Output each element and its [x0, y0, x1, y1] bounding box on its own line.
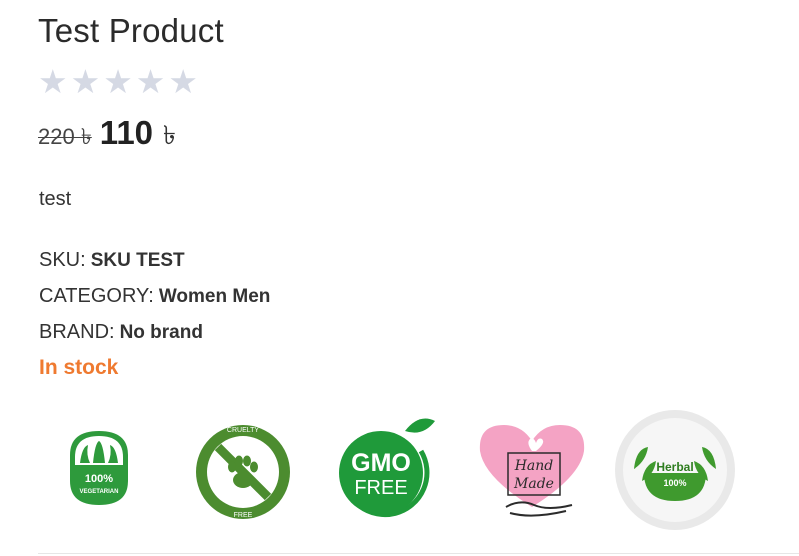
brand-value: No brand: [119, 322, 203, 343]
star-icon[interactable]: ★: [71, 64, 101, 100]
star-icon[interactable]: ★: [103, 64, 133, 100]
handmade-line1: Hand: [514, 458, 554, 474]
rating-stars[interactable]: ★ ★ ★ ★ ★: [38, 64, 198, 100]
section-divider: [38, 553, 799, 554]
brand-label: BRAND:: [39, 321, 115, 343]
gmo-line1: GMO: [351, 449, 411, 477]
brand-row: BRAND: No brand: [39, 321, 203, 344]
sku-value: SKU TEST: [90, 250, 185, 271]
cruelty-free-badge-icon: CRUELTY FREE: [196, 425, 290, 519]
star-icon[interactable]: ★: [136, 64, 166, 100]
vegetarian-line2: VEGETARIAN: [80, 489, 119, 495]
cruelty-bottom: FREE: [234, 512, 253, 519]
product-title: Test Product: [38, 12, 224, 49]
category-row: CATEGORY: Women Men: [39, 285, 270, 308]
handmade-line2: Made: [513, 476, 554, 492]
herbal-line2: 100%: [663, 478, 686, 488]
category-value[interactable]: Women Men: [159, 286, 271, 307]
gmo-line2: FREE: [354, 477, 407, 499]
herbal-badge-icon: Herbal 100%: [615, 410, 735, 530]
gmo-free-badge-icon: GMO FREE: [339, 418, 435, 518]
star-icon[interactable]: ★: [38, 64, 68, 100]
star-icon[interactable]: ★: [168, 64, 198, 100]
stock-status: In stock: [39, 356, 119, 379]
hand-made-badge-icon: Hand Made: [479, 425, 585, 517]
sku-row: SKU: SKU TEST: [39, 249, 185, 272]
herbal-line1: Herbal: [656, 460, 693, 474]
vegetarian-badge-icon: 100% VEGETARIAN: [70, 431, 128, 505]
product-badges: 100% VEGETARIAN CRUELTY FREE GMO FREE Ha…: [0, 405, 799, 535]
currency-symbol: ৳: [163, 120, 176, 150]
cruelty-top: CRUELTY: [227, 427, 259, 434]
sku-label: SKU:: [39, 249, 86, 271]
category-label: CATEGORY:: [39, 285, 154, 307]
old-price: 220 ৳: [38, 124, 92, 149]
sale-price: 110: [99, 114, 154, 151]
price-row: 220 ৳ 110 ৳: [38, 114, 176, 159]
vegetarian-line1: 100%: [85, 473, 113, 485]
product-description: test: [39, 188, 72, 210]
